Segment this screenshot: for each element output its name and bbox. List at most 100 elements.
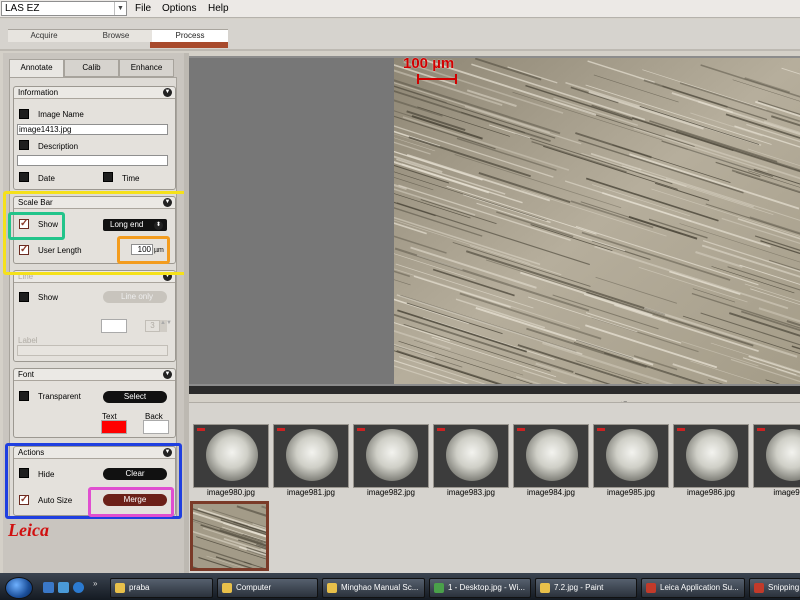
thumbnail-marker: [357, 428, 365, 431]
workflow-tab-process[interactable]: Process: [152, 29, 228, 42]
thumbnail-preview: [526, 429, 578, 481]
thumbnail-preview: [206, 429, 258, 481]
internet-explorer-icon[interactable]: [73, 582, 84, 593]
thumbnail-image[interactable]: [593, 424, 669, 488]
show-desktop-icon[interactable]: [43, 582, 54, 593]
thumbnail-image[interactable]: [753, 424, 800, 488]
taskbar-button[interactable]: Snipping: [749, 578, 800, 598]
line-width-stepper-icon[interactable]: ▲▼: [160, 320, 172, 332]
thumbnail-marker: [517, 428, 525, 431]
app-icon: [754, 583, 764, 593]
thumbnail-caption: image985.jpg: [606, 488, 656, 497]
thumbnail-marker: [677, 428, 685, 431]
taskbar-button[interactable]: 7.2.jpg - Paint: [535, 578, 637, 598]
thumbnail-marker: [597, 428, 605, 431]
back-color-swatch[interactable]: [143, 420, 169, 434]
app-selector-value: LAS EZ: [5, 3, 40, 14]
taskbar-button-label: Computer: [236, 583, 272, 592]
thumbnail-caption: image987: [773, 488, 800, 497]
magenta-highlight: [88, 487, 174, 517]
taskbar-button[interactable]: Minghao Manual Sc...: [322, 578, 425, 598]
overflow-chevron-icon[interactable]: »: [93, 579, 97, 588]
image-name-field[interactable]: image1413.jpg: [17, 124, 168, 135]
date-checkbox[interactable]: [19, 172, 29, 182]
taskbar-button[interactable]: 1 - Desktop.jpg - Wi...: [429, 578, 531, 598]
transparent-label: Transparent: [38, 392, 81, 401]
selected-thumbnail[interactable]: [190, 501, 269, 571]
leica-logo: Leica: [8, 520, 49, 540]
thumbnail-marker: [757, 428, 765, 431]
description-checkbox[interactable]: [19, 140, 29, 150]
image-name-checkbox[interactable]: [19, 109, 29, 119]
line-style-dropdown[interactable]: Line only: [103, 291, 167, 303]
thumbnail-image[interactable]: [193, 424, 269, 488]
thumbnail-caption: image982.jpg: [366, 488, 416, 497]
font-title: Font: [18, 370, 35, 379]
viewer-background: [189, 58, 394, 384]
tab-annotate[interactable]: Annotate: [9, 59, 64, 77]
time-label: Time: [122, 174, 140, 183]
taskbar-button-label: Leica Application Su...: [660, 583, 739, 592]
taskbar-button-label: praba: [129, 583, 150, 592]
date-label: Date: [38, 174, 55, 183]
app-icon: [327, 583, 337, 593]
workflow-tab-browse[interactable]: Browse: [80, 29, 152, 42]
start-button[interactable]: [5, 577, 33, 599]
green-highlight: [8, 212, 65, 240]
thumbnail-image[interactable]: [673, 424, 749, 488]
menu-options[interactable]: Options: [162, 3, 196, 14]
taskbar-button-label: Minghao Manual Sc...: [341, 583, 419, 592]
thumbnail-caption: image981.jpg: [286, 488, 336, 497]
collapse-icon[interactable]: ▼: [163, 88, 172, 97]
line-width-field[interactable]: 3: [145, 320, 160, 332]
scale-bar-cap-left: [417, 74, 419, 84]
line-label-label: Label: [18, 336, 38, 345]
app-selector[interactable]: LAS EZ ▼: [1, 1, 127, 16]
thumbnail-preview: [366, 429, 418, 481]
menu-file[interactable]: File: [135, 3, 151, 14]
description-field[interactable]: [17, 155, 168, 166]
tab-calib[interactable]: Calib: [64, 59, 119, 77]
thumbnail-preview: [606, 429, 658, 481]
taskbar-button[interactable]: Computer: [217, 578, 318, 598]
image-name-label: Image Name: [38, 110, 84, 119]
tab-enhance[interactable]: Enhance: [119, 59, 174, 77]
thumbnail-preview: [286, 429, 338, 481]
thumbnail-preview: [686, 429, 738, 481]
switch-windows-icon[interactable]: [58, 582, 69, 593]
taskbar-button[interactable]: praba: [110, 578, 213, 598]
collapse-icon[interactable]: ▼: [163, 370, 172, 379]
line-color-swatch[interactable]: [101, 319, 127, 333]
thumbnail-image[interactable]: [513, 424, 589, 488]
scale-bar-line: [417, 78, 457, 80]
app-icon: [646, 583, 656, 593]
app-icon: [540, 583, 550, 593]
time-checkbox[interactable]: [103, 172, 113, 182]
workflow-tab-acquire[interactable]: Acquire: [8, 29, 80, 42]
menu-help[interactable]: Help: [208, 3, 229, 14]
line-show-label: Show: [38, 293, 59, 302]
thumbnail-marker: [437, 428, 445, 431]
description-label: Description: [38, 142, 79, 151]
text-color-swatch[interactable]: [101, 420, 127, 434]
taskbar-button-label: Snipping: [768, 583, 800, 592]
thumbnail-image[interactable]: [273, 424, 349, 488]
thumbnail-preview: [766, 429, 800, 481]
line-label-field[interactable]: [17, 345, 168, 356]
taskbar-button[interactable]: Leica Application Su...: [641, 578, 745, 598]
thumbnail-caption: image980.jpg: [206, 488, 256, 497]
thumbnail-caption: image983.jpg: [446, 488, 496, 497]
thumbnail-image[interactable]: [433, 424, 509, 488]
line-show-checkbox[interactable]: [19, 292, 29, 302]
select-font-button[interactable]: Select: [103, 391, 167, 403]
transparent-checkbox[interactable]: [19, 391, 29, 401]
workflow-divider: [0, 49, 800, 51]
chevron-down-icon[interactable]: ▼: [114, 2, 126, 15]
taskbar-button-label: 1 - Desktop.jpg - Wi...: [448, 583, 525, 592]
thumbnail-marker: [277, 428, 285, 431]
viewer-bottom-bar: [189, 386, 800, 394]
thumbnail-image[interactable]: [353, 424, 429, 488]
app-icon: [434, 583, 444, 593]
orange-highlight: [117, 236, 170, 264]
app-icon: [115, 583, 125, 593]
